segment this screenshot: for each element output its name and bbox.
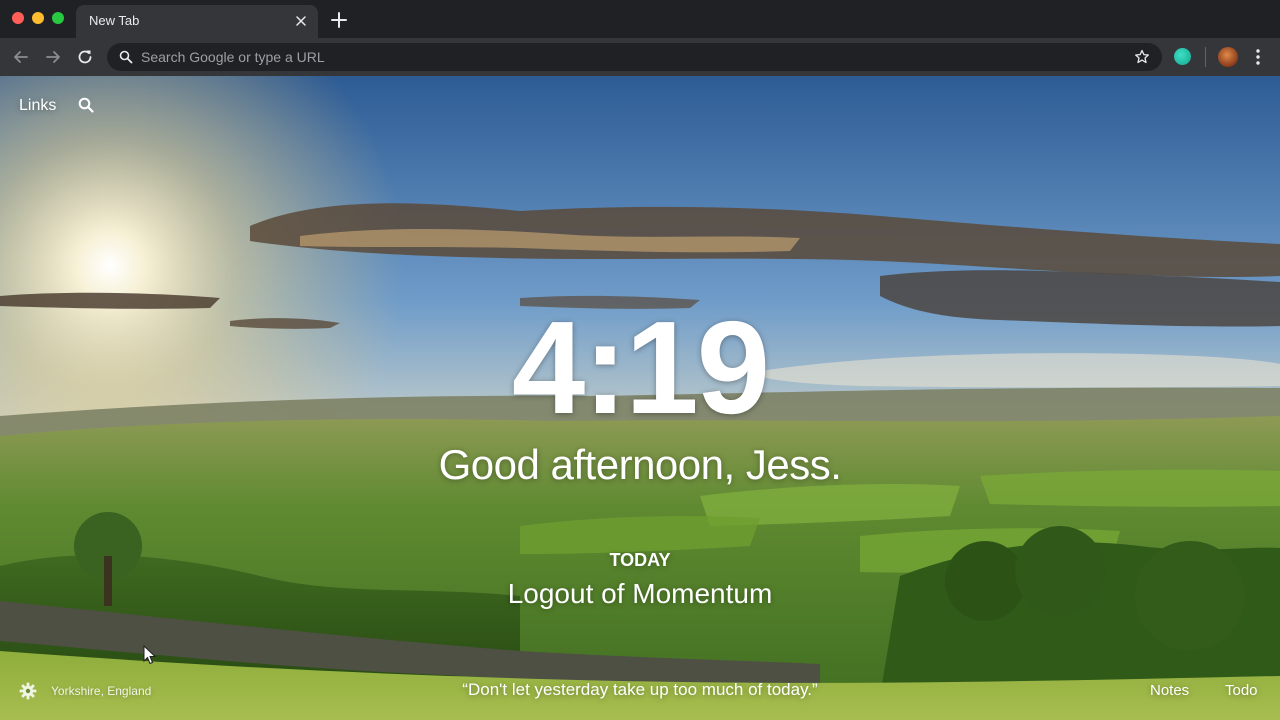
arrow-right-icon[interactable] xyxy=(43,47,63,67)
new-tab-button[interactable] xyxy=(330,11,348,29)
momentum-dashboard: Links 4:19 Good afternoon, Jess. TODAY L… xyxy=(0,76,1280,720)
arrow-left-icon[interactable] xyxy=(11,47,31,67)
window-maximize-button[interactable] xyxy=(52,12,64,24)
search-icon xyxy=(119,50,133,64)
greeting: Good afternoon, Jess. xyxy=(438,441,842,488)
links-button[interactable]: Links xyxy=(19,97,56,115)
omnibox-placeholder: Search Google or type a URL xyxy=(141,49,325,65)
avatar[interactable] xyxy=(1218,47,1238,67)
search-icon[interactable] xyxy=(78,97,94,113)
focus-label: TODAY xyxy=(609,550,671,570)
browser-toolbar: Search Google or type a URL xyxy=(0,38,1280,76)
notes-button[interactable]: Notes xyxy=(1150,682,1189,699)
tab-strip: New Tab xyxy=(0,0,1280,38)
window-minimize-button[interactable] xyxy=(32,12,44,24)
daily-quote: “Don't let yesterday take up too much of… xyxy=(462,680,818,699)
omnibox[interactable]: Search Google or type a URL xyxy=(107,43,1162,71)
clock: 4:19 xyxy=(511,294,770,441)
toolbar-divider xyxy=(1205,47,1206,67)
tab-new-tab[interactable]: New Tab xyxy=(76,5,318,38)
todo-button[interactable]: Todo xyxy=(1225,682,1258,699)
close-icon[interactable] xyxy=(293,13,309,29)
mouse-cursor-icon xyxy=(143,645,157,665)
reload-icon[interactable] xyxy=(75,47,95,67)
extension-icon[interactable] xyxy=(1174,48,1191,65)
menu-dots-icon[interactable] xyxy=(1252,47,1264,67)
tab-title: New Tab xyxy=(89,13,140,28)
focus-item[interactable]: Logout of Momentum xyxy=(0,578,1280,610)
star-icon[interactable] xyxy=(1134,49,1150,65)
window-close-button[interactable] xyxy=(12,12,24,24)
